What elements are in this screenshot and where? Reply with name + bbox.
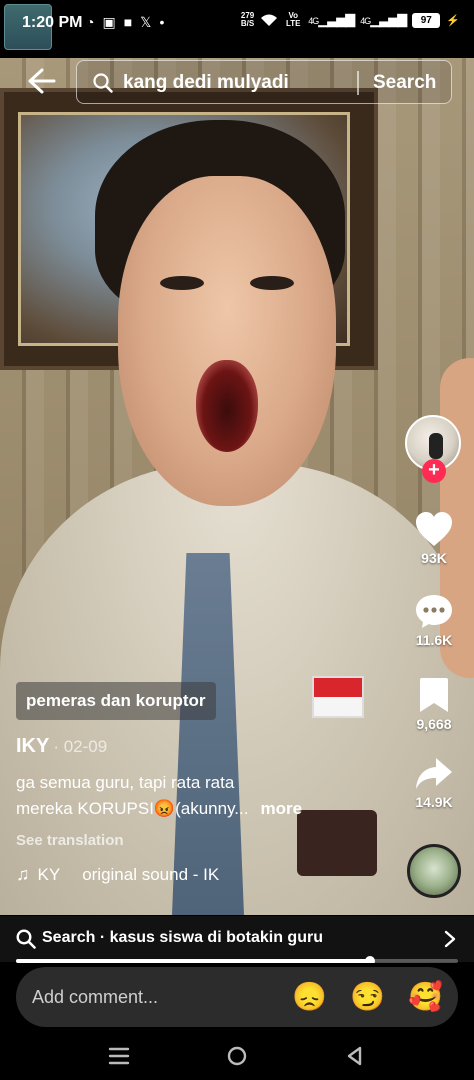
x-icon: 𝕏 xyxy=(140,14,152,30)
video-eye xyxy=(160,276,204,290)
share-icon xyxy=(416,758,452,789)
sound-link[interactable]: ♫ KY original sound - IK xyxy=(16,864,219,885)
volte-label: Vo LTE xyxy=(286,11,301,28)
recent-apps-icon[interactable] xyxy=(106,1043,132,1069)
bookmark-count: 9,668 xyxy=(416,716,452,732)
bookmark-button[interactable]: 9,668 xyxy=(403,676,465,732)
home-icon[interactable] xyxy=(224,1043,250,1069)
status-bar: 1:20 PM ◔ ▣ ■ 𝕏 • 279 B/S Vo LTE 4G▁▃▅▇ … xyxy=(0,0,474,50)
like-button[interactable]: 93K xyxy=(403,510,465,566)
whatsapp-icon: ◔ xyxy=(86,14,95,30)
author-line[interactable]: IKY · 02-09 xyxy=(16,735,107,758)
video-caption[interactable]: ga semua guru, tapi rata rata mereka KOR… xyxy=(16,770,356,822)
emoji-love-button[interactable]: 🥰 xyxy=(408,981,443,1013)
heart-icon xyxy=(416,512,452,546)
music-disc[interactable] xyxy=(407,844,461,898)
like-count: 93K xyxy=(421,550,447,566)
back-arrow-icon[interactable] xyxy=(20,62,58,100)
signal-icon: 4G▁▃▅▇ xyxy=(308,12,355,27)
caption-line: mereka KORUPSI😡(akunny... more xyxy=(16,799,303,818)
see-translation-link[interactable]: See translation xyxy=(16,832,124,849)
comment-placeholder: Add comment... xyxy=(32,987,159,1007)
comment-icon xyxy=(416,595,452,628)
dot-icon: • xyxy=(159,14,165,30)
search-button[interactable]: Search xyxy=(373,72,436,94)
caption-line: ga semua guru, tapi rata rata xyxy=(16,773,235,792)
system-nav-bar xyxy=(0,1033,474,1080)
comment-area: Add comment... 😞 😏 🥰 xyxy=(0,963,474,1033)
search-icon xyxy=(93,73,113,93)
emoji-disappointed-button[interactable]: 😞 xyxy=(292,981,327,1013)
share-button[interactable]: 14.9K xyxy=(403,756,465,810)
music-note-icon: ♫ xyxy=(16,864,30,884)
back-icon[interactable] xyxy=(342,1043,368,1069)
signal-icon: 4G▁▃▅▇ xyxy=(360,12,407,27)
related-search-bar[interactable]: Search · kasus siswa di botakin guru xyxy=(0,916,474,962)
search-query[interactable]: kang dedi mulyadi xyxy=(123,72,289,94)
emoji-smirk-button[interactable]: 😏 xyxy=(350,981,385,1013)
creator-avatar-group[interactable]: + xyxy=(405,415,461,485)
video-face xyxy=(118,176,336,506)
search-bar[interactable]: kang dedi mulyadi Search xyxy=(76,60,452,104)
bookmark-icon xyxy=(420,678,448,712)
notification-icons: ◔ ▣ ■ 𝕏 • xyxy=(86,14,164,31)
charging-icon: ⚡ xyxy=(446,14,460,27)
comment-count: 11.6K xyxy=(415,632,453,648)
battery-icon: 97 xyxy=(412,12,441,28)
more-button[interactable]: more xyxy=(260,799,302,818)
chevron-right-icon xyxy=(444,930,456,948)
sound-title: original sound - IK xyxy=(82,864,220,884)
app-icon: ■ xyxy=(123,14,133,30)
status-time: 1:20 PM xyxy=(22,14,83,31)
comment-input[interactable]: Add comment... 😞 😏 🥰 xyxy=(16,967,458,1027)
related-search-label: Search · kasus siswa di botakin guru xyxy=(42,929,323,946)
search-icon xyxy=(16,929,36,949)
video-eye xyxy=(250,276,294,290)
post-date: · 02-09 xyxy=(53,737,108,756)
share-count: 14.9K xyxy=(415,794,453,810)
status-right: 279 B/S Vo LTE 4G▁▃▅▇ 4G▁▃▅▇ 97 ⚡ xyxy=(241,12,460,28)
comment-button[interactable]: 11.6K xyxy=(403,592,465,648)
video-tag-chip[interactable]: pemeras dan koruptor xyxy=(16,682,216,720)
video-flag-badge xyxy=(312,676,364,718)
author-name[interactable]: IKY xyxy=(16,735,49,757)
search-divider xyxy=(357,71,359,95)
video-mouth xyxy=(196,360,258,452)
follow-button[interactable]: + xyxy=(422,459,446,483)
wifi-icon xyxy=(261,14,278,26)
net-speed: 279 B/S xyxy=(240,11,255,28)
sound-author: KY xyxy=(37,864,61,884)
notification-icon: ▣ xyxy=(102,14,116,30)
